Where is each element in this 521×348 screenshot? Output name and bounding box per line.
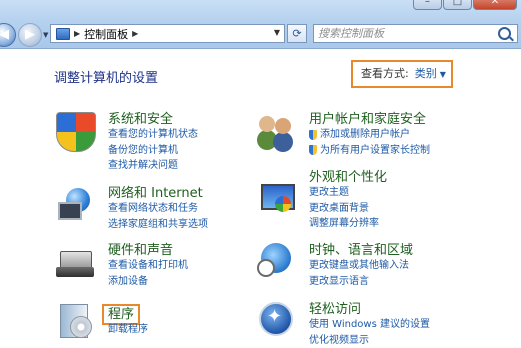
category-link[interactable]: 查看您的计算机状态 bbox=[108, 127, 198, 143]
refresh-button[interactable]: ⟳ bbox=[287, 24, 307, 43]
address-dropdown-icon[interactable]: ▼ bbox=[274, 28, 280, 37]
category-user-accounts: 用户帐户和家庭安全 添加或删除用户帐户 为所有用户设置家长控制 bbox=[257, 112, 517, 172]
category-title[interactable]: 外观和个性化 bbox=[309, 170, 387, 185]
category-link[interactable]: 更改键盘或其他输入法 bbox=[309, 258, 413, 274]
category-hardware-sound: 硬件和声音 查看设备和打印机 添加设备 bbox=[56, 243, 256, 293]
uac-shield-icon bbox=[309, 145, 317, 155]
clock-globe-icon[interactable] bbox=[257, 243, 295, 281]
window-titlebar: – □ ✕ ◀ ▶ ▼ ▶ 控制面板 ▶ ▼ ⟳ 搜索控制面板 bbox=[0, 0, 521, 49]
category-link[interactable]: 添加设备 bbox=[108, 274, 188, 290]
category-link[interactable]: 优化视频显示 bbox=[309, 333, 430, 348]
category-link[interactable]: 调整屏幕分辨率 bbox=[309, 216, 387, 232]
category-link[interactable]: 为所有用户设置家长控制 bbox=[320, 143, 430, 159]
category-link[interactable]: 查看设备和打印机 bbox=[108, 258, 188, 274]
chevron-down-icon[interactable]: ▼ bbox=[440, 70, 446, 79]
category-system-security: 系统和安全 查看您的计算机状态 备份您的计算机 查找并解决问题 bbox=[56, 112, 256, 172]
close-button[interactable]: ✕ bbox=[473, 0, 517, 10]
view-by-label: 查看方式: bbox=[361, 67, 409, 80]
minimize-button[interactable]: – bbox=[413, 0, 442, 10]
category-title[interactable]: 系统和安全 bbox=[108, 112, 198, 127]
category-clock-language-region: 时钟、语言和区域 更改键盘或其他输入法 更改显示语言 bbox=[257, 243, 517, 293]
view-by-selector[interactable]: 查看方式: 类别▼ bbox=[351, 60, 453, 88]
uac-shield-icon bbox=[309, 130, 317, 140]
category-network-internet: 网络和 Internet 查看网络状态和任务 选择家庭组和共享选项 bbox=[56, 186, 256, 236]
category-appearance: 外观和个性化 更改主题 更改桌面背景 调整屏幕分辨率 bbox=[257, 170, 517, 230]
category-link[interactable]: 更改显示语言 bbox=[309, 274, 413, 290]
accessibility-icon[interactable] bbox=[257, 302, 295, 340]
network-icon[interactable] bbox=[56, 186, 94, 224]
category-link[interactable]: 添加或删除用户帐户 bbox=[320, 127, 410, 143]
category-link[interactable]: 查看网络状态和任务 bbox=[108, 201, 208, 217]
category-programs: 程序 卸载程序 bbox=[56, 302, 256, 342]
category-link[interactable]: 查找并解决问题 bbox=[108, 158, 198, 174]
search-placeholder: 搜索控制面板 bbox=[318, 27, 384, 40]
view-by-value[interactable]: 类别 bbox=[415, 67, 437, 80]
recent-pages-dropdown-icon[interactable]: ▼ bbox=[43, 31, 48, 39]
maximize-button[interactable]: □ bbox=[443, 0, 472, 10]
search-icon[interactable] bbox=[498, 27, 511, 40]
window-controls: – □ ✕ bbox=[412, 0, 517, 10]
address-bar[interactable]: ▶ 控制面板 ▶ ▼ bbox=[50, 24, 285, 43]
printer-icon[interactable] bbox=[56, 243, 94, 281]
category-ease-of-access: 轻松访问 使用 Windows 建议的设置 优化视频显示 bbox=[257, 302, 517, 342]
category-link[interactable]: 更改桌面背景 bbox=[309, 201, 387, 217]
programs-icon[interactable] bbox=[56, 302, 94, 340]
category-link[interactable]: 更改主题 bbox=[309, 185, 387, 201]
category-title[interactable]: 时钟、语言和区域 bbox=[309, 243, 413, 258]
breadcrumb-control-panel[interactable]: 控制面板 bbox=[84, 26, 128, 42]
search-input[interactable]: 搜索控制面板 bbox=[313, 24, 518, 43]
forward-button[interactable]: ▶ bbox=[18, 23, 42, 47]
users-icon[interactable] bbox=[257, 112, 295, 150]
category-title[interactable]: 网络和 Internet bbox=[108, 186, 208, 201]
breadcrumb-arrow-icon[interactable]: ▶ bbox=[132, 29, 138, 38]
category-link[interactable]: 使用 Windows 建议的设置 bbox=[309, 317, 430, 333]
control-panel-icon bbox=[56, 28, 70, 40]
category-link[interactable]: 卸载程序 bbox=[108, 322, 148, 338]
shield-icon[interactable] bbox=[56, 112, 96, 152]
category-title[interactable]: 用户帐户和家庭安全 bbox=[309, 112, 430, 127]
page-title: 调整计算机的设置 bbox=[54, 67, 158, 86]
appearance-icon[interactable] bbox=[257, 180, 295, 218]
category-title[interactable]: 轻松访问 bbox=[309, 302, 430, 317]
category-link[interactable]: 备份您的计算机 bbox=[108, 143, 198, 159]
breadcrumb-arrow-icon[interactable]: ▶ bbox=[74, 29, 80, 38]
back-button[interactable]: ◀ bbox=[0, 23, 16, 47]
category-link[interactable]: 选择家庭组和共享选项 bbox=[108, 217, 208, 233]
category-title[interactable]: 程序 bbox=[105, 307, 137, 322]
category-title[interactable]: 硬件和声音 bbox=[108, 243, 188, 258]
